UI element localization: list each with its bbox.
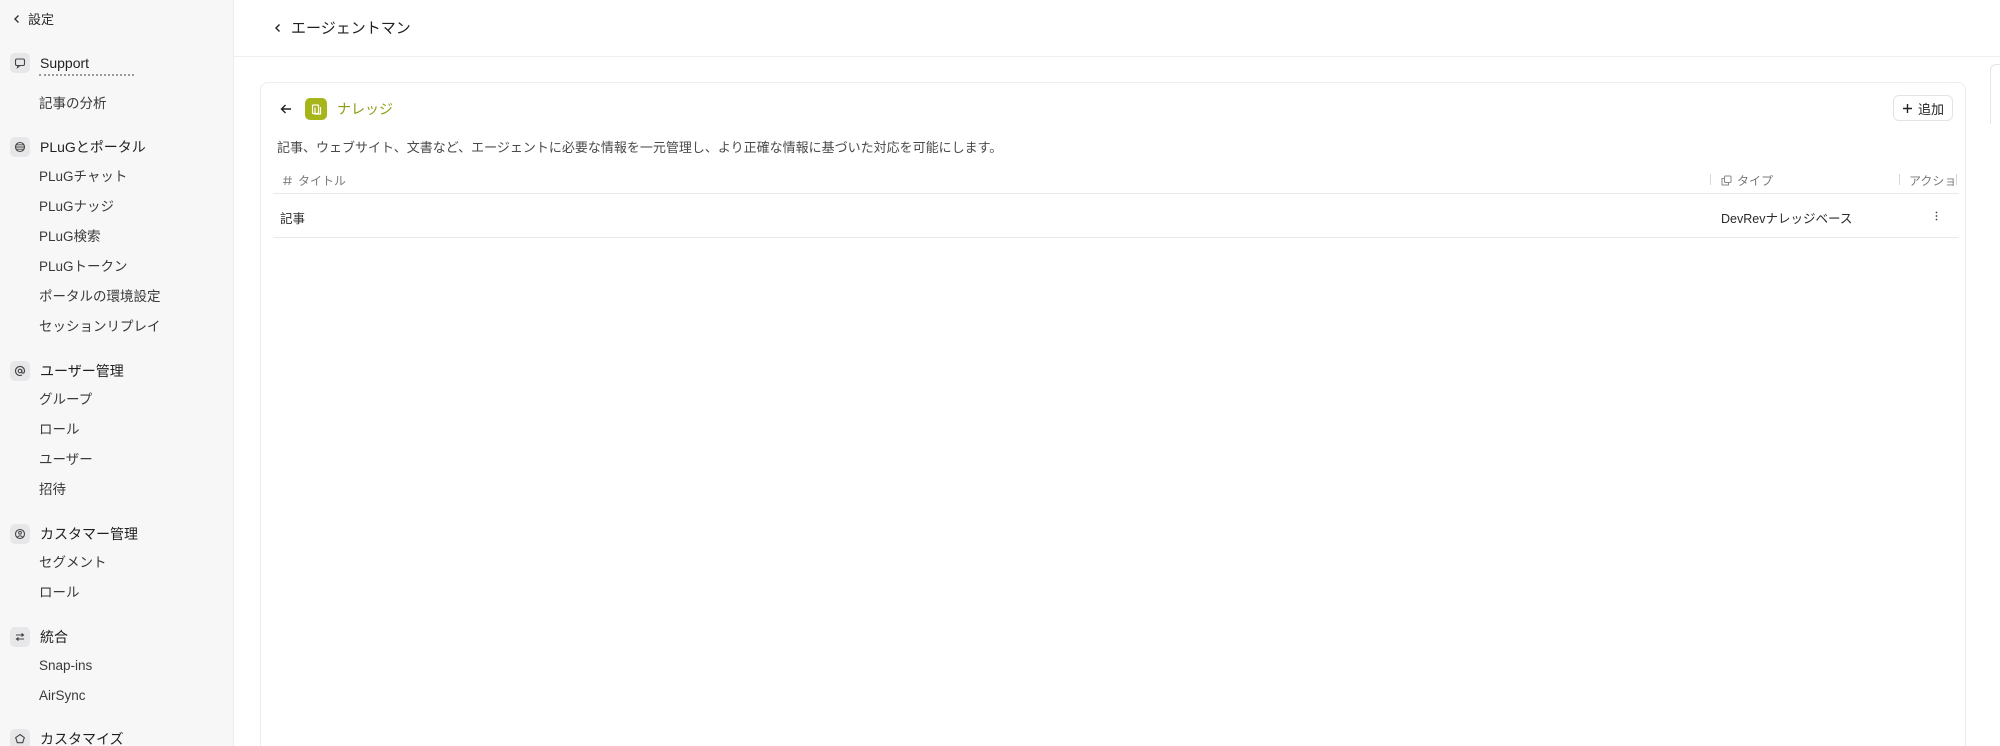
section-header-customer-management[interactable]: カスタマー管理 <box>0 523 233 545</box>
chevron-left-icon <box>275 23 280 32</box>
arrow-left-icon <box>280 104 291 114</box>
sidebar-item-segments[interactable]: セグメント <box>0 548 233 578</box>
knowledge-card: ナレッジ 追加 記事、ウェブサイト、文書など、エージェントに必要な情報を一元管理… <box>260 82 1966 746</box>
section-integrations-items: Snap-ins AirSync <box>0 651 233 711</box>
column-action-label: アクショ <box>1909 173 1957 188</box>
section-customer-management: カスタマー管理 <box>0 523 233 545</box>
section-customize: カスタマイズ <box>0 728 233 746</box>
section-header-integrations[interactable]: 統合 <box>0 626 233 648</box>
section-user-management-items: グループ ロール ユーザー 招待 <box>0 385 233 505</box>
globe-icon <box>10 137 30 157</box>
column-header-title[interactable]: タイトル <box>282 169 346 191</box>
section-plug: PLuGとポータル <box>0 136 233 158</box>
section-title: 統合 <box>40 629 68 645</box>
sidebar-item-customer-roles[interactable]: ロール <box>0 578 233 608</box>
sidebar-item-article-analytics[interactable]: 記事の分析 <box>0 89 233 119</box>
plus-icon <box>1902 103 1912 113</box>
side-panel-edge <box>1990 64 2000 124</box>
column-header-type[interactable]: タイプ <box>1721 169 1773 191</box>
section-title: カスタマー管理 <box>40 526 138 542</box>
breadcrumb-label: エージェントマン <box>291 20 411 37</box>
column-resize-handle[interactable] <box>1710 174 1711 185</box>
sidebar-item-plug-search[interactable]: PLuG検索 <box>0 222 233 252</box>
hash-icon <box>283 175 292 185</box>
chat-bubble-icon <box>10 53 30 73</box>
add-button[interactable]: 追加 <box>1892 95 1953 121</box>
section-customer-management-items: セグメント ロール <box>0 548 233 608</box>
section-title: ユーザー管理 <box>40 363 124 379</box>
sidebar-item-invitations[interactable]: 招待 <box>0 475 233 505</box>
section-support-items: 記事の分析 <box>0 89 233 119</box>
column-title-label: タイトル <box>298 173 347 188</box>
section-plug-items: PLuGチャット PLuGナッジ PLuG検索 PLuGトークン ポータルの環境… <box>0 162 233 342</box>
settings-sidebar: 設定 Support 記事の分析 PLuGとポータル PLuGチャット PLuG… <box>0 0 234 746</box>
sidebar-item-roles[interactable]: ロール <box>0 415 233 445</box>
back-to-settings-link[interactable]: 設定 <box>12 9 54 28</box>
section-user-management: ユーザー管理 <box>0 360 233 382</box>
sidebar-item-session-replay[interactable]: セッションリプレイ <box>0 312 233 342</box>
row-title-cell: 記事 <box>280 212 306 226</box>
sidebar-item-users[interactable]: ユーザー <box>0 445 233 475</box>
more-vertical-icon <box>1935 211 1937 221</box>
row-type-cell: DevRevナレッジベース <box>1721 212 1853 226</box>
section-title: カスタマイズ <box>40 731 124 746</box>
copy-icon <box>1721 175 1732 185</box>
sidebar-item-airsync[interactable]: AirSync <box>0 681 233 711</box>
at-sign-icon <box>10 361 30 381</box>
back-label: 設定 <box>28 12 55 27</box>
sidebar-item-portal-preferences[interactable]: ポータルの環境設定 <box>0 282 233 312</box>
column-header-action[interactable]: アクショ <box>1909 169 1956 191</box>
sidebar-item-snap-ins[interactable]: Snap-ins <box>0 651 233 681</box>
customer-icon <box>10 524 30 544</box>
section-integrations: 統合 <box>0 626 233 648</box>
knowledge-book-icon <box>305 98 327 120</box>
section-header-customize[interactable]: カスタマイズ <box>0 728 233 746</box>
customize-icon <box>10 729 30 746</box>
sidebar-item-plug-chat[interactable]: PLuGチャット <box>0 162 233 192</box>
section-header-support[interactable]: Support <box>0 52 233 74</box>
section-title: PLuGとポータル <box>40 139 146 155</box>
section-title: Support <box>40 55 90 71</box>
table-row[interactable]: 記事 DevRevナレッジベース <box>273 194 1959 238</box>
column-resize-handle[interactable] <box>1899 174 1900 185</box>
chevron-left-icon <box>14 14 19 23</box>
breadcrumb[interactable]: エージェントマン <box>273 17 411 38</box>
knowledge-description: 記事、ウェブサイト、文書など、エージェントに必要な情報を一元管理し、より正確な情… <box>277 140 1003 155</box>
section-header-plug[interactable]: PLuGとポータル <box>0 136 233 158</box>
column-resize-handle[interactable] <box>1956 174 1957 185</box>
column-type-label: タイプ <box>1737 173 1774 188</box>
section-support: Support <box>0 52 233 74</box>
back-arrow-button[interactable] <box>277 100 295 118</box>
sidebar-item-plug-nudge[interactable]: PLuGナッジ <box>0 192 233 222</box>
integration-arrows-icon <box>10 627 30 647</box>
row-actions-menu-button[interactable] <box>1929 207 1943 225</box>
knowledge-card-header: ナレッジ <box>277 98 393 120</box>
knowledge-title: ナレッジ <box>337 101 393 117</box>
sidebar-item-plug-token[interactable]: PLuGトークン <box>0 252 233 282</box>
sidebar-item-groups[interactable]: グループ <box>0 385 233 415</box>
top-bar: エージェントマン <box>234 0 2000 57</box>
add-button-label: 追加 <box>1917 101 1944 117</box>
section-header-user-management[interactable]: ユーザー管理 <box>0 360 233 382</box>
